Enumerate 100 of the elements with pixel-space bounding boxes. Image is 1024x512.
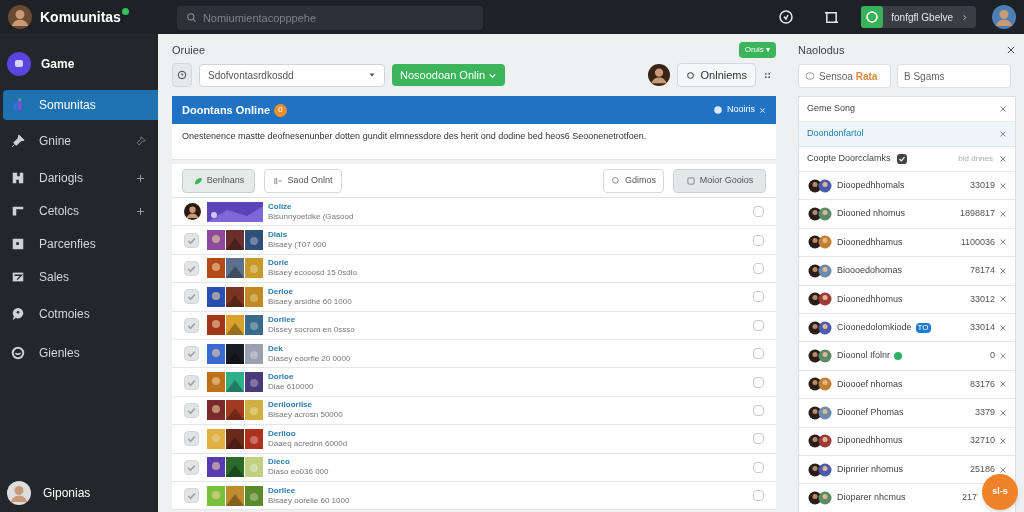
sidebar-item[interactable]: Somunitas xyxy=(3,90,158,120)
rate-field[interactable]: Sensoa Rata xyxy=(798,64,891,88)
plus-icon[interactable] xyxy=(135,205,146,217)
item-title[interactable]: Dlais xyxy=(268,230,748,241)
close-icon[interactable] xyxy=(999,238,1007,247)
checkbox[interactable] xyxy=(753,206,764,218)
item-title[interactable]: Dieco xyxy=(268,457,748,468)
checkbox[interactable] xyxy=(753,376,764,388)
item-title[interactable]: Dek xyxy=(268,343,748,354)
item-title[interactable]: Dorloe xyxy=(268,372,748,383)
close-icon[interactable] xyxy=(999,295,1007,304)
checkbox[interactable] xyxy=(753,348,764,360)
mail-icon xyxy=(11,270,25,284)
grid-icon[interactable] xyxy=(763,70,772,80)
close-icon[interactable] xyxy=(999,210,1007,219)
person-name[interactable]: Dioparer nhcmus xyxy=(837,491,906,505)
close-icon[interactable] xyxy=(999,437,1007,446)
person-name[interactable]: Dipnrier nhomus xyxy=(837,462,904,477)
checkbox[interactable] xyxy=(184,317,199,333)
sidebar-item[interactable]: Dariogis xyxy=(3,163,158,193)
checkbox[interactable] xyxy=(753,262,764,274)
close-icon[interactable] xyxy=(999,105,1007,113)
sidebar-item[interactable]: Cetolcs xyxy=(3,196,158,226)
close-icon[interactable] xyxy=(999,155,1007,163)
person-name[interactable]: Diponedhhomus xyxy=(837,434,903,448)
list-item[interactable]: Doondonfartol xyxy=(799,122,1015,147)
item-title[interactable]: Colize xyxy=(268,201,748,212)
checkbox[interactable] xyxy=(753,461,764,473)
item-title[interactable]: Dorie xyxy=(268,258,748,269)
close-icon[interactable] xyxy=(999,323,1007,332)
checkbox[interactable] xyxy=(184,459,199,475)
checkbox[interactable] xyxy=(753,433,764,445)
count-text: 1898817 xyxy=(959,207,995,221)
list-item[interactable]: Coopte Doorcclamks bld dnnes xyxy=(799,147,1015,172)
banner-action[interactable]: Nooiris xyxy=(713,103,766,117)
toolbar-button[interactable]: Benlnans xyxy=(182,168,255,193)
checkbox[interactable] xyxy=(753,234,764,246)
item-title[interactable]: Deriloorllse xyxy=(268,400,748,411)
close-icon[interactable] xyxy=(1006,45,1016,55)
sidebar-item[interactable]: Sales xyxy=(3,262,158,292)
online-filter-button[interactable]: Onlniems xyxy=(676,63,756,87)
checkbox[interactable] xyxy=(184,374,199,390)
toolbar-button[interactable]: Gdimos xyxy=(603,168,664,193)
close-icon[interactable] xyxy=(999,181,1007,190)
count-text: 0 xyxy=(990,349,995,363)
item-title[interactable]: Derlioo xyxy=(268,428,748,439)
close-icon[interactable] xyxy=(999,266,1007,275)
avatar xyxy=(184,203,201,221)
checkbox[interactable] xyxy=(184,488,199,504)
checkbox[interactable] xyxy=(184,260,199,276)
close-icon[interactable] xyxy=(999,352,1007,361)
person-name[interactable]: Dioopedhhomals xyxy=(837,178,905,193)
app-logo-icon xyxy=(7,52,31,76)
checkbox[interactable] xyxy=(184,431,199,447)
person-name[interactable]: Dioonef Phomas xyxy=(837,406,904,420)
item-title[interactable]: Dorilee xyxy=(268,315,748,326)
frame-icon[interactable] xyxy=(824,9,840,25)
avatar xyxy=(992,5,1016,29)
checkbox[interactable] xyxy=(184,289,199,305)
close-icon[interactable] xyxy=(999,408,1007,417)
item-subtitle: Bisaey (T07 000 xyxy=(268,240,328,251)
clock-button[interactable] xyxy=(172,63,192,87)
person-name[interactable]: Cioonedolomkiode xyxy=(837,320,912,335)
search-field[interactable]: Nomiumientacopppehe xyxy=(176,6,483,30)
close-icon[interactable] xyxy=(999,130,1007,138)
search-field[interactable]: B Sgams xyxy=(897,64,1011,88)
count-badge: 0 xyxy=(274,103,287,117)
checkbox[interactable] xyxy=(753,490,764,502)
plus-icon[interactable] xyxy=(135,172,146,184)
sidebar-item[interactable]: Parcenfies xyxy=(3,229,158,259)
sidebar-item[interactable]: Cotmoies xyxy=(3,299,158,329)
pin-icon[interactable] xyxy=(135,135,146,147)
pin-icon xyxy=(11,134,25,148)
person-name[interactable]: Bioooedohomas xyxy=(837,264,903,278)
toolbar-button[interactable]: Moior Gooios xyxy=(673,168,766,193)
checkbox[interactable] xyxy=(184,402,199,418)
item-subtitle: Bisaey ecooosd 15 0sdlo xyxy=(268,268,358,279)
checkbox[interactable] xyxy=(184,232,199,248)
person-name[interactable]: Diooned nhomus xyxy=(837,207,906,221)
action-button[interactable]: fonfgfl Gbelve xyxy=(861,6,976,28)
person-name[interactable]: Dioonol Ifolnr xyxy=(837,349,891,363)
toolbar-button[interactable]: Saod Onlnt xyxy=(264,168,342,193)
person-name[interactable]: Dioonedhhamus xyxy=(837,235,903,250)
checkbox[interactable] xyxy=(753,404,764,416)
person-name[interactable]: Dioonedhhomus xyxy=(837,292,903,306)
select-field[interactable]: Sdofvontasrdkosdd xyxy=(199,63,385,87)
close-icon[interactable] xyxy=(999,380,1007,389)
sidebar-item[interactable]: Gienles xyxy=(3,338,158,368)
item-title[interactable]: Derloe xyxy=(268,286,748,297)
notification-icon[interactable] xyxy=(778,9,795,25)
checkbox[interactable] xyxy=(753,319,764,331)
chat-icon xyxy=(11,307,25,321)
item-title[interactable]: Dorllee xyxy=(268,485,748,496)
checkbox[interactable] xyxy=(753,291,764,303)
sidebar-item[interactable]: Gnine xyxy=(3,126,158,156)
clock-icon xyxy=(177,70,187,80)
close-icon[interactable] xyxy=(999,465,1007,474)
search-icon xyxy=(685,70,695,80)
person-name[interactable]: Dioooef nhomas xyxy=(837,377,903,392)
checkbox[interactable] xyxy=(184,346,199,362)
